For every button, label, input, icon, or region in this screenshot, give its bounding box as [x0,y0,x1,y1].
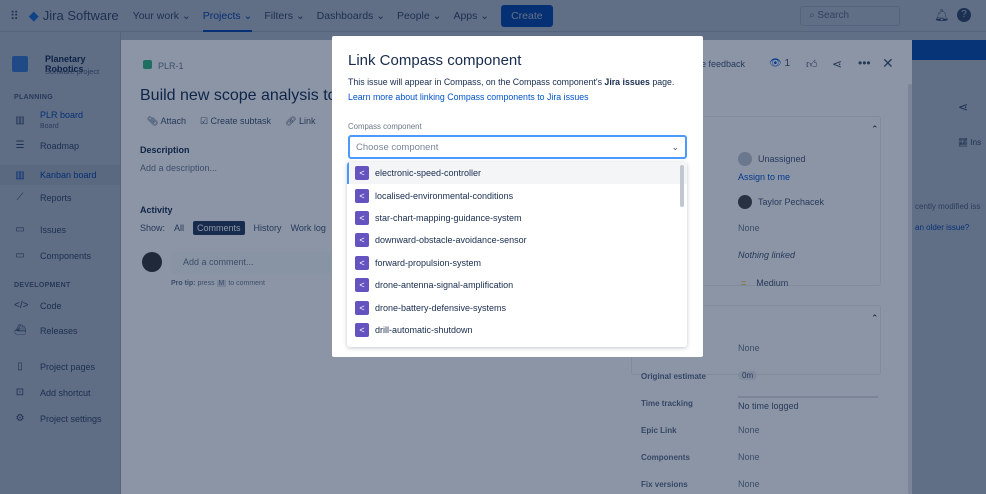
compass-component-icon: < [355,210,369,225]
learn-more-link[interactable]: Learn more about linking Compass compone… [348,92,589,102]
component-select[interactable]: Choose component ⌄ [348,135,687,159]
chevron-down-icon: ⌄ [671,141,679,152]
compass-component-icon: < [355,166,369,181]
modal-title: Link Compass component [348,52,522,69]
compass-component-icon: < [355,255,369,270]
component-dropdown: < electronic-speed-controller < localised-… [347,162,687,347]
select-placeholder: Choose component [356,141,439,153]
compass-component-icon: < [355,188,369,203]
compass-component-icon: < [355,322,369,337]
option-item[interactable]: < star-chart-mapping-guidance-system [347,207,687,229]
compass-component-icon: < [355,233,369,248]
option-item[interactable]: < electronic-speed-controller [347,162,687,185]
option-item[interactable]: < downward-obstacle-avoidance-sensor [347,229,687,251]
option-item[interactable]: < localised-environmental-conditions [347,184,687,206]
compass-component-icon: < [355,300,369,315]
option-item[interactable]: < forward-propulsion-system [347,252,687,274]
modal-description: This issue will appear in Compass, on th… [348,77,675,87]
field-label: Compass component [348,122,422,131]
dropdown-scrollbar[interactable] [680,165,684,207]
option-item[interactable]: < drone-antenna-signal-amplification [347,274,687,296]
option-item[interactable]: < drill-automatic-shutdown [347,319,687,341]
option-item[interactable]: < drone-battery-defensive-systems [347,296,687,318]
compass-component-icon: < [355,278,369,293]
